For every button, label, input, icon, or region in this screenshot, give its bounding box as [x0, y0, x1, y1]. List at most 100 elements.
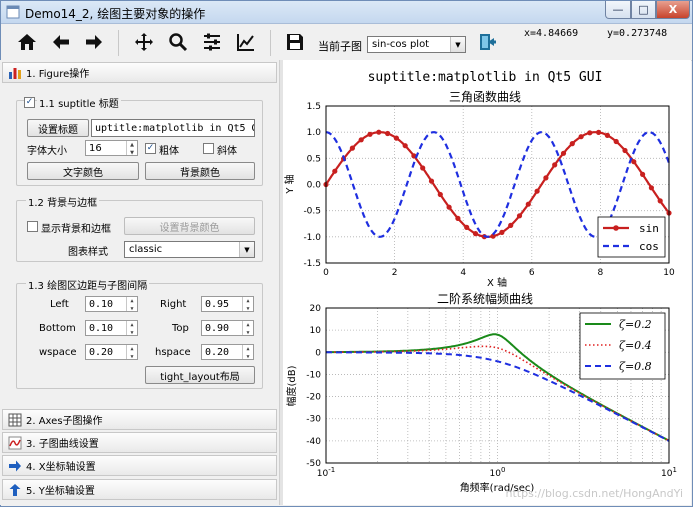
background-group-title: 1.2 背景与边框 [26, 194, 100, 209]
left-label: Left [50, 299, 69, 310]
section-x-axis[interactable]: 4. X坐标轴设置 [2, 455, 277, 476]
chart2-ytick-label: 10 [310, 326, 322, 336]
subplot-combo[interactable]: sin-cos plot ▼ [367, 36, 466, 53]
chart1-series-sin-marker [437, 191, 443, 198]
bold-checkbox[interactable]: ✓ [145, 143, 156, 154]
bottom-spinbox[interactable]: 0.10 ▲ ▼ [85, 320, 138, 336]
title-input[interactable]: uptitle:matplotlib in Qt5 GUI [91, 119, 255, 137]
chart1-series-sin-marker [657, 198, 663, 204]
subplot-combo-value: sin-cos plot [372, 39, 430, 50]
exit-button[interactable] [475, 30, 499, 54]
section-curves[interactable]: 3. 子图曲线设置 [2, 432, 277, 453]
toolbar-separator [270, 30, 271, 56]
configure-subplots-button[interactable] [200, 30, 224, 54]
chart1-series-sin-marker [420, 165, 426, 171]
save-button[interactable] [283, 30, 307, 54]
chart1-series-sin-marker [446, 204, 452, 210]
top-label: Top [172, 323, 189, 334]
section-figure[interactable]: 1. Figure操作 [2, 62, 277, 83]
chart1-series-sin-marker [455, 215, 461, 221]
curve-icon [7, 435, 23, 451]
bottom-value: 0.10 [89, 322, 114, 334]
chart1-series-sin-marker [402, 143, 408, 149]
forward-icon [86, 35, 102, 49]
maximize-button[interactable]: □ [631, 1, 656, 19]
right-label: Right [160, 299, 187, 310]
chart1-series-sin-marker [543, 175, 549, 181]
chart2-ytick-label: -30 [306, 415, 321, 425]
italic-checkbox[interactable] [203, 143, 214, 154]
arrow-right-icon [7, 458, 23, 474]
forward-button[interactable] [82, 30, 106, 54]
suptitle-checkbox[interactable]: ✓ [24, 97, 35, 108]
bg-color-button[interactable]: 背景颜色 [145, 162, 255, 180]
wspace-label: wspace [39, 347, 77, 358]
show-bg-checkbox[interactable] [27, 221, 38, 232]
pan-button[interactable] [132, 30, 156, 54]
zoom-button[interactable] [166, 30, 190, 54]
chart1-ytick-label: -0.5 [303, 207, 321, 217]
edit-axes-button[interactable] [234, 30, 258, 54]
chart1-series-sin-marker [604, 132, 610, 138]
chart1-series-sin-marker [393, 135, 399, 141]
configure-subplots-icon [204, 33, 220, 51]
bold-label: 粗体 [159, 146, 179, 157]
wspace-spinbox[interactable]: 0.20 ▲ ▼ [85, 344, 138, 360]
section-axes-label: 2. Axes子图操作 [26, 416, 103, 427]
watermark-text: https://blog.csdn.net/HongAndYi [506, 487, 683, 500]
chevron-down-icon: ▼ [450, 37, 465, 52]
chart1-series-sin-marker [464, 224, 470, 230]
tight-layout-button[interactable]: tight_layout布局 [145, 366, 255, 384]
chart1-xtick-label: 8 [598, 268, 604, 278]
zoom-icon [169, 33, 188, 52]
chart1-series-sin-marker [587, 130, 593, 136]
spin-arrows-icon: ▲ ▼ [242, 297, 253, 312]
spin-arrows-icon: ▲ ▼ [126, 297, 137, 312]
maximize-icon: □ [638, 3, 649, 16]
chart1-legend: sin cos [597, 216, 666, 258]
set-bg-color-button[interactable]: 设置背景颜色 [124, 217, 255, 235]
legend-zeta04-label: ζ=0.4 [619, 339, 652, 352]
back-button[interactable] [49, 30, 73, 54]
chart1-ytick-label: -1.5 [303, 259, 321, 269]
chart1-series-sin-marker [349, 145, 355, 151]
chart2-ytick-label: -10 [306, 370, 321, 380]
app-icon [6, 5, 20, 19]
chart1-series-sin-marker [508, 222, 514, 228]
chart1-xlabel: X 轴 [487, 276, 507, 289]
left-spinbox[interactable]: 0.10 ▲ ▼ [85, 296, 138, 312]
set-title-button[interactable]: 设置标题 [27, 119, 89, 137]
close-button[interactable]: X [656, 1, 690, 19]
suptitle-group-title: 1.1 suptitle 标题 [37, 95, 121, 110]
font-size-spinbox[interactable]: 16 ▲ ▼ [85, 140, 138, 156]
title-bar[interactable]: Demo14_2, 绘图主要对象的操作 — □ X [1, 1, 692, 24]
section-axes[interactable]: 2. Axes子图操作 [2, 409, 277, 430]
minimize-icon: — [612, 3, 624, 16]
chart1-xtick-label: 6 [529, 268, 535, 278]
chart1-title: 三角函数曲线 [449, 89, 521, 104]
hspace-spinbox[interactable]: 0.20 ▲ ▼ [201, 344, 254, 360]
chart1-ytick-label: 1.5 [307, 102, 321, 112]
coord-y-readout: y=0.273748 [607, 28, 668, 39]
chart1-ytick-label: -1.0 [303, 233, 321, 243]
minimize-button[interactable]: — [605, 1, 631, 19]
top-spinbox[interactable]: 0.90 ▲ ▼ [201, 320, 254, 336]
margin-group-title: 1.3 绘图区边距与子图间隔 [26, 277, 150, 292]
font-size-value: 16 [89, 142, 102, 154]
hspace-value: 0.20 [205, 346, 230, 358]
text-color-button[interactable]: 文字颜色 [27, 162, 139, 180]
spin-arrows-icon: ▲ ▼ [242, 321, 253, 336]
italic-label: 斜体 [217, 146, 237, 157]
chart2-legend: ζ=0.2 ζ=0.4 ζ=0.8 [579, 312, 666, 380]
style-combo[interactable]: classic ▼ [124, 241, 255, 258]
chart2-ytick-label: 0 [315, 348, 321, 358]
legend-cos-label: cos [639, 240, 659, 253]
chart1-xtick-label: 0 [323, 268, 329, 278]
home-icon [18, 34, 36, 50]
figure-canvas[interactable]: suptitle:matplotlib in Qt5 GUI 三角函数曲线 0 2… [283, 60, 691, 505]
figure-suptitle: suptitle:matplotlib in Qt5 GUI [368, 70, 603, 85]
font-size-label: 字体大小 [27, 146, 67, 157]
home-button[interactable] [15, 30, 39, 54]
right-spinbox[interactable]: 0.95 ▲ ▼ [201, 296, 254, 312]
section-y-axis[interactable]: 5. Y坐标轴设置 [2, 479, 277, 500]
